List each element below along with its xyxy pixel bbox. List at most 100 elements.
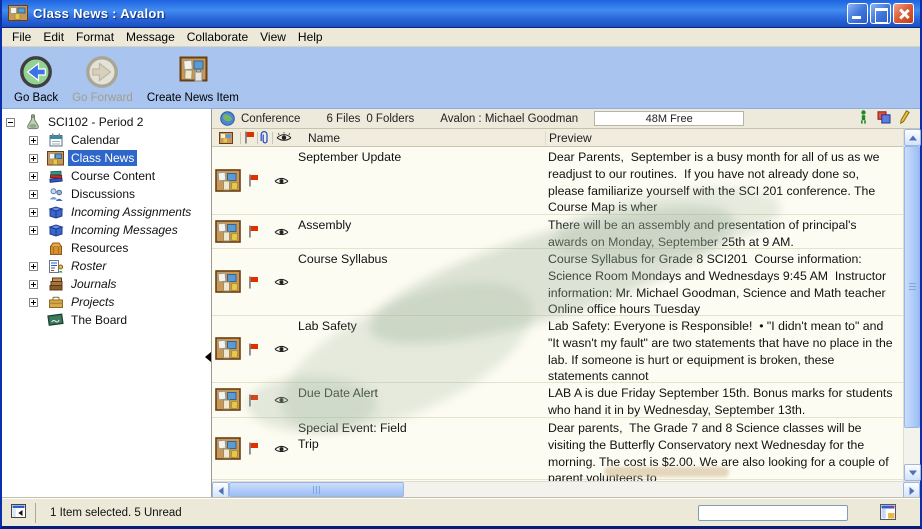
scroll-up-button[interactable] [904, 129, 921, 146]
expand-plus-icon[interactable] [29, 172, 38, 181]
roster-icon [47, 258, 64, 274]
news-item-column-icon[interactable] [212, 132, 240, 144]
flag-icon [244, 442, 270, 455]
create-news-item-button[interactable]: Create News Item [143, 52, 243, 105]
menu-help[interactable]: Help [292, 29, 329, 45]
pane-toggle[interactable] [2, 503, 36, 523]
news-item-preview: Course Syllabus for Grade 8 SCI201 Cours… [544, 249, 903, 318]
column-header-name[interactable]: Name [295, 131, 545, 145]
calendar-icon [47, 132, 64, 148]
news-item-icon [212, 437, 244, 461]
online-user-icon[interactable] [859, 110, 868, 127]
sidebar-item-projects[interactable]: Projects [2, 293, 211, 311]
flag-column-icon[interactable] [241, 131, 257, 144]
news-item-preview: LAB A is due Friday September 15th. Bonu… [544, 383, 903, 419]
attachment-column-icon[interactable] [258, 131, 272, 145]
app-window: Class News : Avalon File Edit Format Mes… [0, 0, 922, 529]
sidebar-item-discussions[interactable]: Discussions [2, 185, 211, 203]
unread-column-icon[interactable] [273, 132, 295, 143]
close-button[interactable] [893, 3, 914, 24]
unread-eye-icon [270, 444, 294, 454]
news-item-row[interactable]: September Update Dear Parents, September… [212, 147, 903, 215]
column-header-preview[interactable]: Preview [545, 131, 903, 145]
title-bar[interactable]: Class News : Avalon [2, 0, 920, 28]
sidebar-item-class-news[interactable]: Class News [2, 149, 211, 167]
conference-label: Conference [241, 113, 300, 125]
news-item-row[interactable]: Lab Safety Lab Safety: Everyone is Respo… [212, 316, 903, 383]
menu-bar: File Edit Format Message Collaborate Vie… [2, 28, 920, 47]
sidebar-collapse-arrow[interactable] [205, 352, 211, 362]
collapse-minus-icon[interactable] [6, 118, 15, 127]
horizontal-scroll-track[interactable] [229, 482, 903, 498]
minimize-button[interactable] [847, 3, 868, 24]
maximize-button[interactable] [870, 3, 891, 24]
flask-icon [24, 114, 41, 130]
expand-plus-icon[interactable] [29, 298, 38, 307]
expand-plus-icon[interactable] [29, 280, 38, 289]
expand-plus-icon[interactable] [29, 262, 38, 271]
scroll-left-button[interactable] [212, 482, 229, 499]
conference-bar-tools [859, 110, 910, 127]
edit-pencil-icon[interactable] [900, 110, 910, 127]
menu-collaborate[interactable]: Collaborate [181, 29, 254, 45]
flag-icon [244, 225, 270, 238]
news-item-row[interactable]: Course Syllabus Course Syllabus for Grad… [212, 249, 903, 316]
news-item-icon [212, 337, 244, 361]
layout-view-icon[interactable] [880, 504, 896, 520]
vertical-scroll-track[interactable] [904, 428, 920, 464]
sidebar-item-roster[interactable]: Roster [2, 257, 211, 275]
sidebar-item-the-board[interactable]: The Board [2, 311, 211, 329]
expand-plus-icon[interactable] [29, 154, 38, 163]
status-bar: 1 Item selected. 5 Unread [2, 498, 920, 526]
news-item-icon [212, 220, 244, 244]
expand-plus-icon[interactable] [29, 190, 38, 199]
sidebar-item-sci102-period-2[interactable]: SCI102 - Period 2 [2, 113, 211, 131]
folder-count: 0 Folders [366, 113, 414, 125]
progress-field [698, 505, 848, 521]
news-item-row[interactable]: Due Date Alert LAB A is due Friday Septe… [212, 383, 903, 418]
journals-icon [47, 276, 64, 292]
scroll-right-button[interactable] [903, 482, 920, 499]
sidebar-item-course-content[interactable]: Course Content [2, 167, 211, 185]
menu-format[interactable]: Format [70, 29, 120, 45]
flag-icon [244, 394, 270, 407]
news-item-preview: There will be an assembly and presentati… [544, 215, 903, 251]
go-forward-button[interactable]: Go Forward [68, 52, 137, 105]
news-item-row[interactable]: Assembly There will be an assembly and p… [212, 215, 903, 249]
sidebar-item-resources[interactable]: Resources [2, 239, 211, 257]
menu-file[interactable]: File [6, 29, 37, 45]
expand-plus-icon[interactable] [29, 208, 38, 217]
menu-edit[interactable]: Edit [37, 29, 70, 45]
expand-plus-icon[interactable] [29, 226, 38, 235]
overlapping-windows-icon[interactable] [877, 111, 891, 127]
sidebar-item-incoming-assignments[interactable]: Incoming Assignments [2, 203, 211, 221]
vertical-scroll-thumb[interactable] [904, 146, 920, 428]
menu-view[interactable]: View [254, 29, 292, 45]
news-item-name: Lab Safety [294, 316, 544, 334]
create-news-item-icon [176, 53, 210, 91]
sidebar-item-calendar[interactable]: Calendar [2, 131, 211, 149]
news-item-preview: Lab Safety: Everyone is Responsible! • "… [544, 316, 903, 385]
conference-globe-icon [220, 111, 235, 126]
horizontal-scroll-thumb[interactable] [229, 482, 404, 497]
vertical-scrollbar[interactable] [903, 129, 920, 481]
sidebar-item-journals[interactable]: Journals [2, 275, 211, 293]
sidebar-item-label: Incoming Assignments [68, 204, 194, 220]
menu-message[interactable]: Message [120, 29, 181, 45]
create-news-item-label: Create News Item [147, 92, 239, 104]
flag-icon [244, 343, 270, 356]
scroll-down-button[interactable] [904, 464, 921, 481]
sidebar-item-label: Calendar [68, 132, 123, 148]
flag-icon [244, 174, 270, 187]
sidebar-item-label-selected: Class News [68, 150, 137, 166]
sidebar-item-label: The Board [68, 312, 130, 328]
news-item-row[interactable]: Special Event: Field Trip Dear parents, … [212, 418, 903, 480]
sidebar-item-incoming-messages[interactable]: Incoming Messages [2, 221, 211, 239]
list-content: Name Preview September Update [212, 129, 903, 481]
unread-eye-icon [270, 277, 294, 287]
news-item-list: September Update Dear Parents, September… [212, 147, 903, 481]
horizontal-scrollbar[interactable] [212, 481, 920, 498]
go-back-button[interactable]: Go Back [10, 52, 62, 105]
sidebar-item-label: Journals [68, 276, 119, 292]
expand-plus-icon[interactable] [29, 136, 38, 145]
